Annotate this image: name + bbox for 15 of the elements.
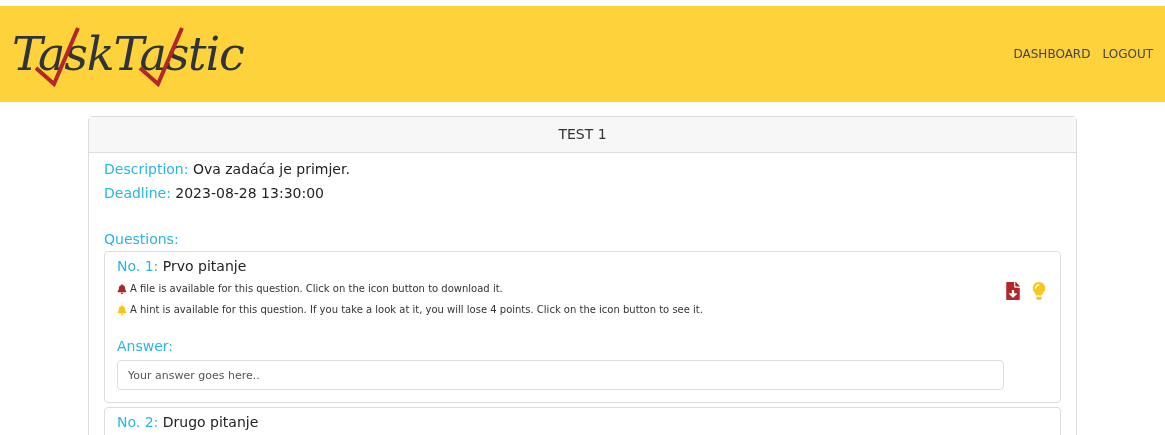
answer-field[interactable]: Your answer goes here..	[117, 360, 1004, 390]
question-title: No. 1: Prvo pitanje	[117, 257, 248, 276]
download-file-button[interactable]	[1004, 282, 1022, 300]
bell-icon	[117, 283, 127, 294]
answer-label: Answer:	[117, 337, 175, 356]
description-line: Description: Ova zadaća je primjer.	[104, 160, 351, 179]
questions-heading: Questions:	[104, 230, 180, 249]
note-text: A hint is available for this question. If you take a look at it, you will lose 4 points. Click on the icon button to see it.	[130, 303, 703, 317]
question-title: No. 2: Drugo pitanje	[117, 413, 260, 432]
deadline-line: Deadline: 2023-08-28 13:30:00	[104, 184, 325, 203]
bell-icon	[117, 304, 127, 315]
card-title: TEST 1	[89, 117, 1076, 153]
nav-link[interactable]: LOGOUT	[1102, 45, 1153, 63]
note-text: A file is available for this question. Click on the icon button to download it.	[130, 282, 503, 296]
nav-link[interactable]: DASHBOARD	[1013, 45, 1091, 63]
